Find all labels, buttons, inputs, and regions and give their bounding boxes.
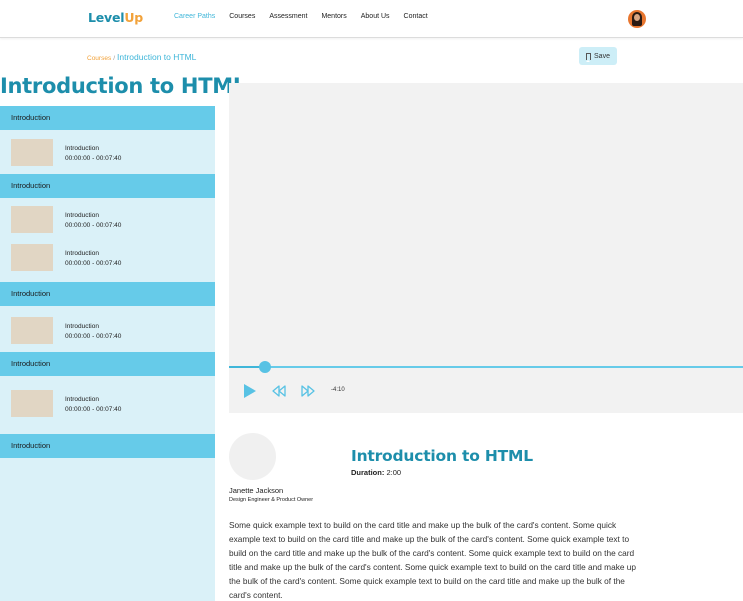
lesson-item[interactable]: Introduction 00:00:00 - 00:07:40 xyxy=(11,317,201,344)
nav-career-paths[interactable]: Career Paths xyxy=(174,13,215,20)
breadcrumb: Courses / Introduction to HTML xyxy=(87,52,196,62)
breadcrumb-current: Introduction to HTML xyxy=(117,52,197,62)
lesson-name: Introduction xyxy=(65,145,99,152)
lesson-thumbnail xyxy=(11,206,53,233)
logo-up: Up xyxy=(124,10,144,25)
breadcrumb-courses[interactable]: Courses xyxy=(87,55,111,62)
nav-assessment[interactable]: Assessment xyxy=(269,13,307,20)
fast-forward-icon[interactable] xyxy=(301,385,315,397)
lesson-name: Introduction xyxy=(65,250,99,257)
nav-courses[interactable]: Courses xyxy=(229,13,255,20)
lesson-thumbnail xyxy=(11,317,53,344)
video-player[interactable]: -4:10 xyxy=(229,83,743,413)
nav-contact[interactable]: Contact xyxy=(404,13,428,20)
lesson-item[interactable]: Introduction 00:00:00 - 00:07:40 xyxy=(11,390,201,417)
top-navbar: LevelUp Career Paths Courses Assessment … xyxy=(0,0,743,38)
lesson-time: 00:00:00 - 00:07:40 xyxy=(65,222,122,229)
instructor-role: Design Engineer & Product Owner xyxy=(229,497,314,503)
lesson-item[interactable]: Introduction 00:00:00 - 00:07:40 xyxy=(11,244,201,271)
instructor-avatar xyxy=(229,433,276,480)
course-sidebar: Introduction Introduction 00:00:00 - 00:… xyxy=(0,106,215,601)
avatar-face xyxy=(634,14,640,21)
duration-label: Duration: xyxy=(351,468,385,477)
section-header[interactable]: Introduction xyxy=(0,174,215,198)
breadcrumb-separator: / xyxy=(113,55,116,62)
section-header[interactable]: Introduction xyxy=(0,106,215,130)
lesson-time: 00:00:00 - 00:07:40 xyxy=(65,260,122,267)
main-nav: Career Paths Courses Assessment Mentors … xyxy=(174,13,442,20)
save-label: Save xyxy=(594,52,610,60)
lesson-time: 00:00:00 - 00:07:40 xyxy=(65,155,122,162)
logo[interactable]: LevelUp xyxy=(88,10,143,25)
lesson-item[interactable]: Introduction 00:00:00 - 00:07:40 xyxy=(11,139,201,166)
lesson-name: Introduction xyxy=(65,323,99,330)
nav-mentors[interactable]: Mentors xyxy=(321,13,346,20)
play-icon[interactable] xyxy=(243,383,257,399)
page-title: Introduction to HTML xyxy=(0,74,246,98)
time-remaining: -4:10 xyxy=(331,387,345,393)
progress-track[interactable] xyxy=(229,366,743,368)
progress-handle[interactable] xyxy=(259,361,271,373)
user-avatar[interactable] xyxy=(628,10,646,28)
duration-value: 2:00 xyxy=(386,468,402,477)
course-title: Introduction to HTML xyxy=(351,447,533,465)
lesson-time: 00:00:00 - 00:07:40 xyxy=(65,333,122,340)
section-header[interactable]: Introduction xyxy=(0,352,215,376)
course-description: Some quick example text to build on the … xyxy=(229,520,636,600)
save-button[interactable]: Save xyxy=(579,47,617,65)
lesson-name: Introduction xyxy=(65,396,99,403)
nav-about-us[interactable]: About Us xyxy=(361,13,390,20)
course-duration: Duration: 2:00 xyxy=(351,468,401,477)
lesson-thumbnail xyxy=(11,139,53,166)
logo-level: Level xyxy=(88,10,125,25)
lesson-name: Introduction xyxy=(65,212,99,219)
lesson-thumbnail xyxy=(11,244,53,271)
section-header[interactable]: Introduction xyxy=(0,282,215,306)
instructor-name: Janette Jackson xyxy=(229,486,284,495)
bookmark-icon xyxy=(586,52,592,62)
lesson-time: 00:00:00 - 00:07:40 xyxy=(65,406,122,413)
lesson-thumbnail xyxy=(11,390,53,417)
lesson-item[interactable]: Introduction 00:00:00 - 00:07:40 xyxy=(11,206,201,233)
section-header[interactable]: Introduction xyxy=(0,434,215,458)
rewind-icon[interactable] xyxy=(272,385,286,397)
